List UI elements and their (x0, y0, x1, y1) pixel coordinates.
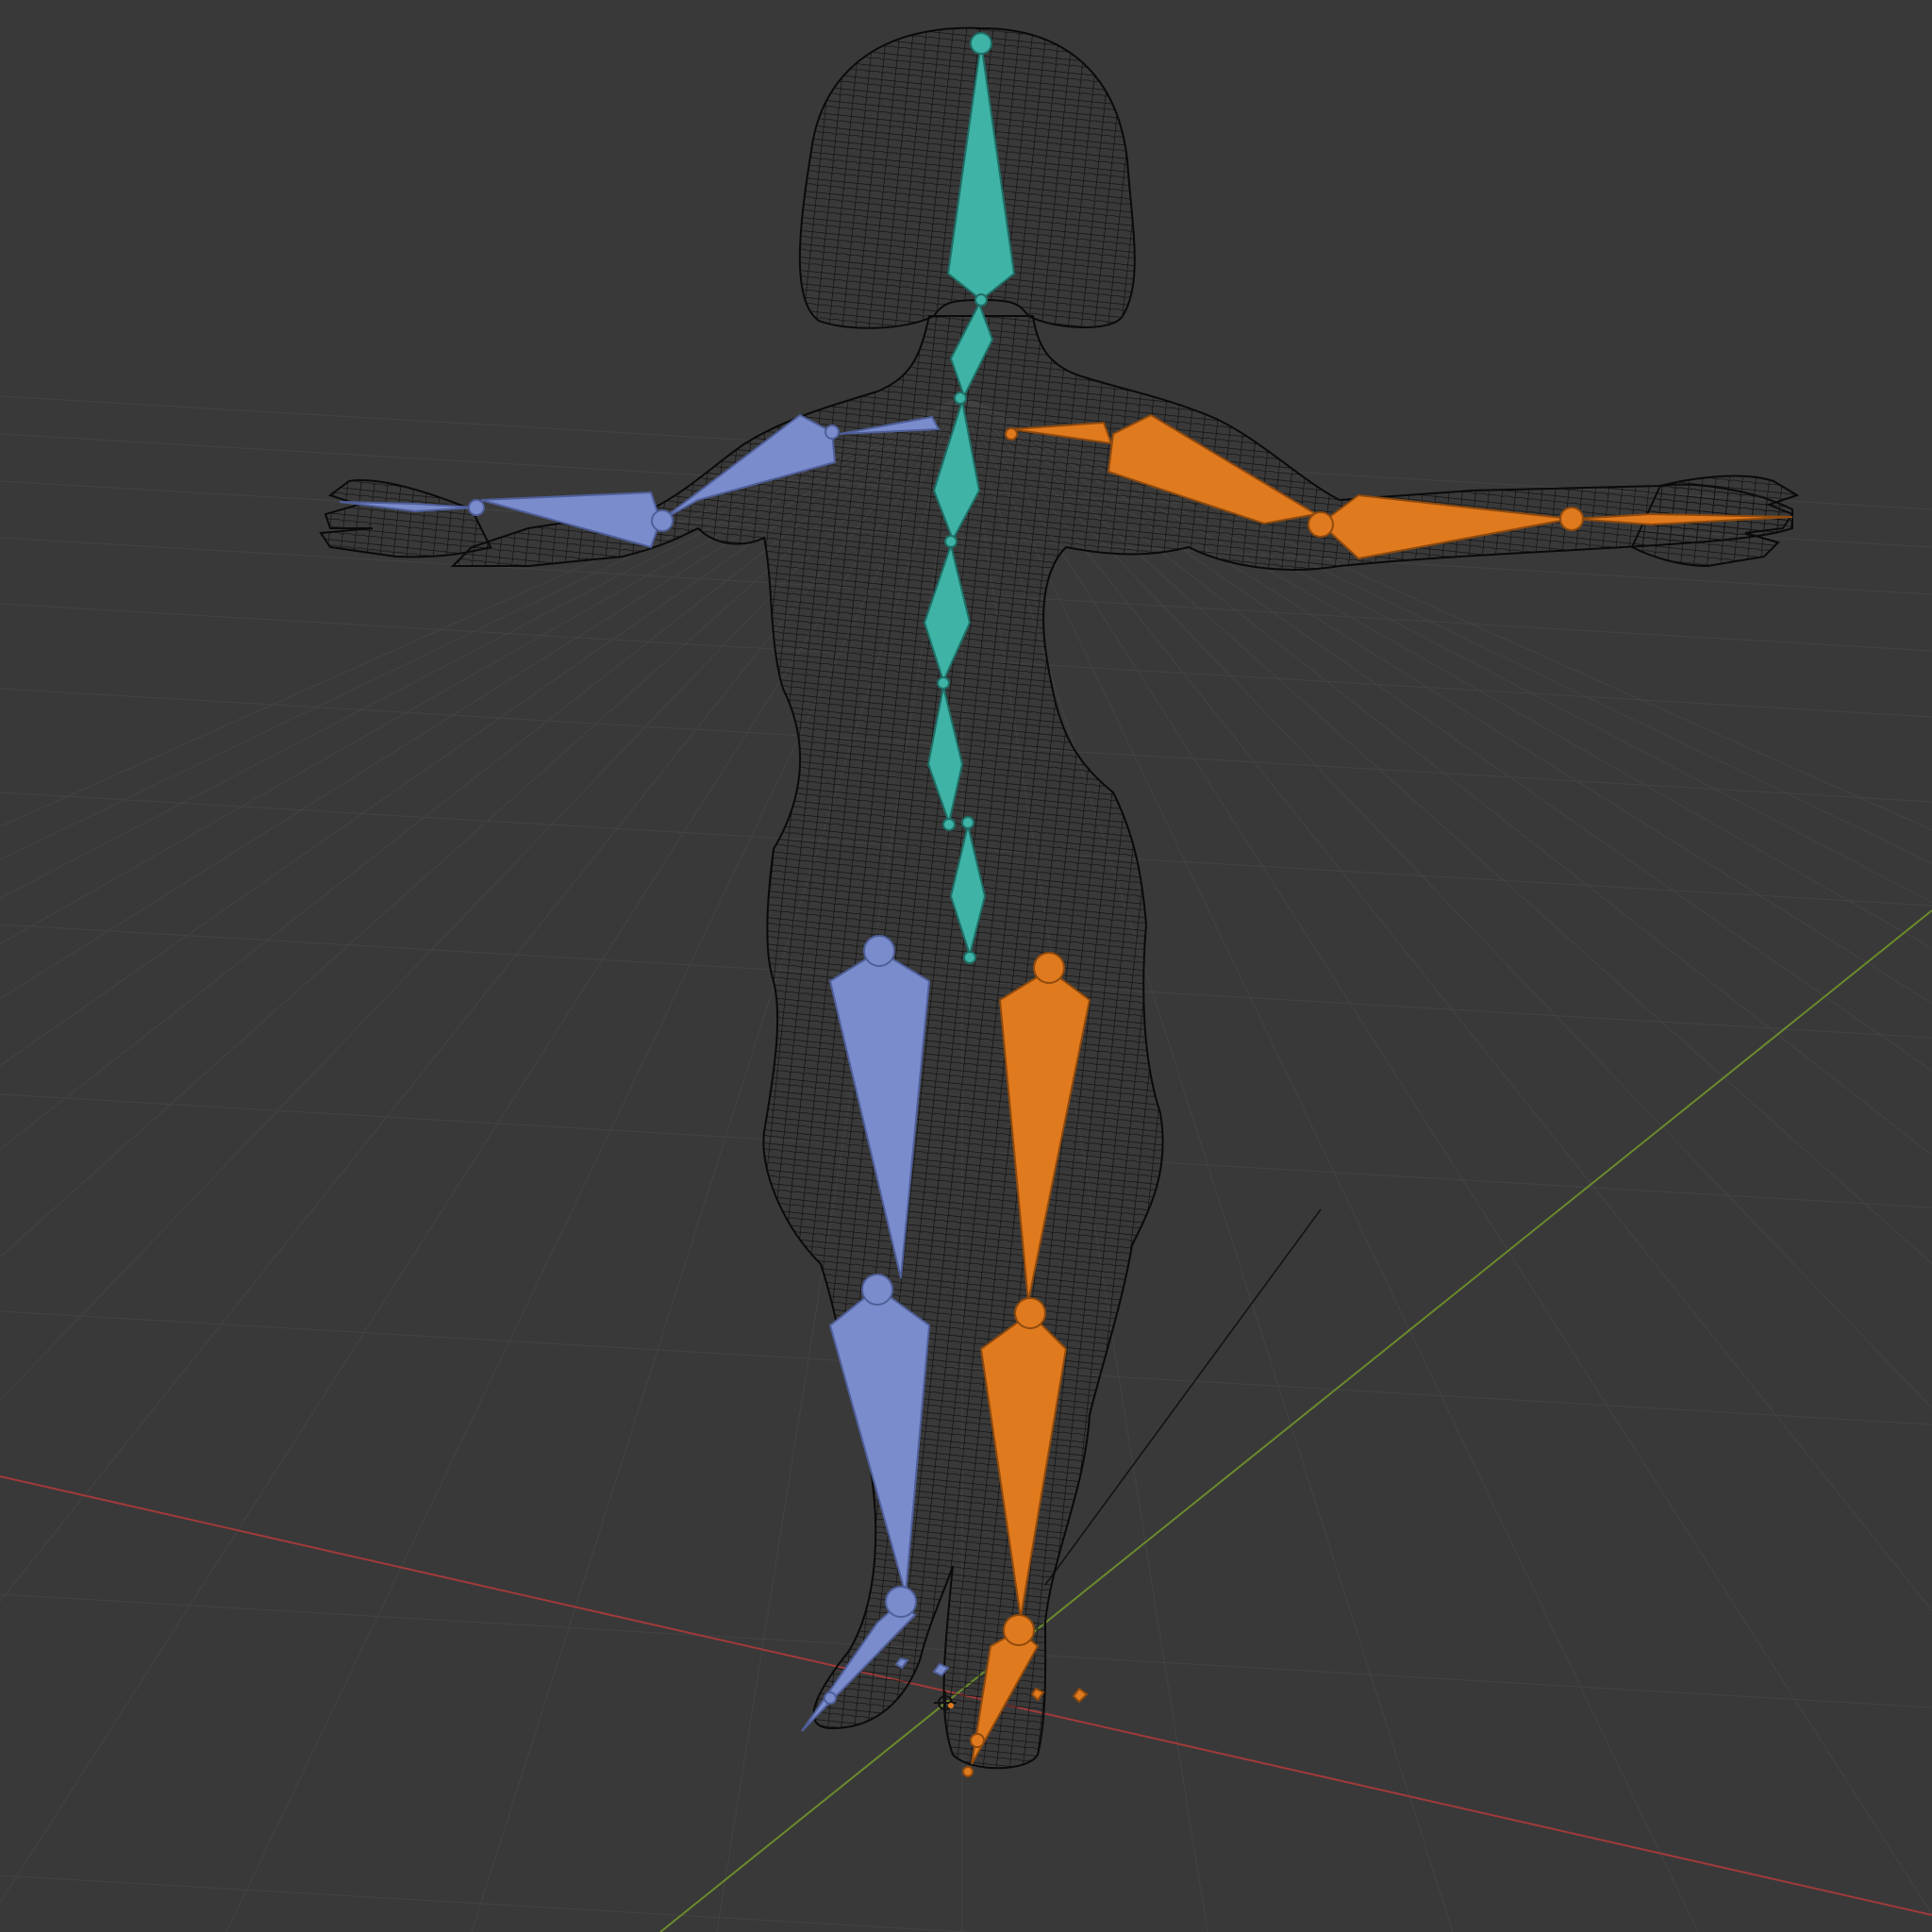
joint-wrist-r[interactable] (1559, 507, 1584, 531)
joint-toe-r[interactable] (970, 1733, 985, 1748)
joint-shoulder-l[interactable] (824, 425, 840, 440)
joint-shoulder-r[interactable] (1005, 427, 1018, 441)
joint-neck[interactable] (974, 293, 988, 307)
joint-ankle-r[interactable] (1003, 1614, 1035, 1646)
joint-toe-l[interactable] (824, 1691, 837, 1705)
joint-hip-r[interactable] (1033, 952, 1065, 984)
joint-knee-r[interactable] (1014, 1297, 1046, 1329)
joint-chest[interactable] (954, 391, 967, 405)
joint-toe-tip-r[interactable] (962, 1766, 974, 1777)
joint-spine-1[interactable] (942, 818, 956, 831)
scene-canvas[interactable] (0, 0, 1932, 1932)
joint-spine-3[interactable] (944, 535, 958, 548)
bone-heel-r[interactable] (1072, 1687, 1089, 1704)
joint-elbow-l[interactable] (651, 509, 674, 532)
joint-head-tip[interactable] (970, 32, 992, 55)
mesh-left-hand (319, 479, 492, 558)
joint-hips[interactable] (961, 816, 974, 829)
joint-elbow-r[interactable] (1307, 511, 1334, 538)
grid-line (0, 1874, 974, 1932)
joint-spine-2[interactable] (937, 676, 950, 690)
3d-viewport[interactable] (0, 0, 1932, 1932)
joint-wrist-l[interactable] (468, 499, 485, 516)
mesh-wireframe[interactable] (319, 26, 1800, 1770)
origin-icon (948, 1703, 954, 1708)
joint-hip-l[interactable] (863, 935, 895, 967)
joint-root[interactable] (963, 951, 976, 964)
joint-ankle-l[interactable] (885, 1586, 917, 1618)
joint-knee-l[interactable] (861, 1274, 893, 1306)
